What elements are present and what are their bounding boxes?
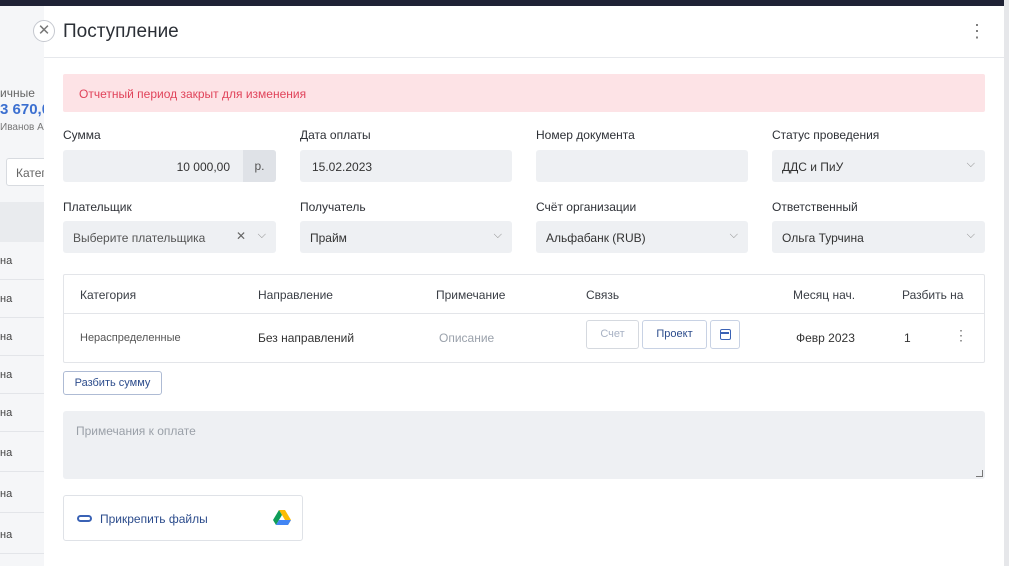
link-invoice-button[interactable]: Счет: [586, 320, 639, 349]
calendar-icon: [720, 329, 731, 340]
responsible-label: Ответственный: [772, 200, 858, 214]
chevron-down-icon: ⌵: [493, 229, 502, 241]
date-label: Дата оплаты: [300, 128, 371, 142]
modal-title: Поступление: [63, 21, 179, 42]
row-month[interactable]: Февр 2023: [796, 331, 855, 345]
period-closed-alert: Отчетный период закрыт для изменения: [63, 74, 985, 112]
notes-placeholder: Примечания к оплате: [76, 424, 196, 438]
payer-select[interactable]: Выберите плательщика ✕ ⌵: [63, 221, 276, 253]
recipient-label: Получатель: [300, 200, 366, 214]
account-label: Счёт организации: [536, 200, 637, 214]
sum-label: Сумма: [63, 128, 101, 142]
sum-value: 10 000,00: [176, 160, 230, 174]
row-direction[interactable]: Без направлений: [258, 331, 354, 345]
more-vertical-icon[interactable]: ⋮: [954, 327, 968, 344]
payment-notes-textarea[interactable]: Примечания к оплате: [63, 411, 985, 479]
chevron-down-icon: ⌵: [257, 229, 266, 241]
bg-summary-amount: 3 670,0: [0, 101, 51, 118]
recipient-value: Прайм: [310, 231, 347, 245]
sum-input[interactable]: 10 000,00 р.: [63, 150, 276, 182]
clear-icon[interactable]: ✕: [236, 229, 246, 243]
panel-edge: [1004, 0, 1009, 566]
bg-summary-person: Иванов А.: [0, 122, 47, 133]
table-header-link: Связь: [586, 288, 620, 302]
row-category[interactable]: Нераспределенные: [80, 332, 181, 344]
responsible-value: Ольга Турчина: [782, 231, 864, 245]
account-select[interactable]: Альфабанк (RUB) ⌵: [536, 221, 748, 253]
split-sum-button[interactable]: Разбить сумму: [63, 371, 162, 395]
divider: [44, 57, 1004, 58]
chevron-down-icon: ⌵: [966, 158, 975, 170]
table-header-direction: Направление: [258, 288, 333, 302]
income-modal: Поступление ⋮ Отчетный период закрыт для…: [44, 6, 1004, 566]
status-label: Статус проведения: [772, 128, 880, 142]
doc-number-label: Номер документа: [536, 128, 635, 142]
attach-files-button[interactable]: Прикрепить файлы: [63, 495, 303, 541]
table-header-note: Примечание: [436, 288, 506, 302]
paperclip-icon: [77, 515, 92, 522]
table-header-category: Категория: [80, 288, 137, 302]
row-split-count[interactable]: 1: [904, 331, 911, 345]
split-table: Категория Направление Примечание Связь М…: [63, 274, 985, 363]
bg-summary-label: ичные: [0, 86, 35, 100]
attach-files-label: Прикрепить файлы: [100, 512, 208, 526]
status-value: ДДС и ПиУ: [782, 160, 844, 174]
link-project-button[interactable]: Проект: [642, 320, 707, 349]
date-input[interactable]: 15.02.2023: [300, 150, 512, 182]
table-header-split: Разбить на: [902, 288, 964, 302]
recipient-select[interactable]: Прайм ⌵: [300, 221, 512, 253]
payer-value: Выберите плательщика: [73, 231, 206, 245]
account-value: Альфабанк (RUB): [546, 231, 646, 245]
google-drive-icon[interactable]: [273, 510, 291, 526]
row-note[interactable]: Описание: [439, 331, 494, 345]
responsible-select[interactable]: Ольга Турчина ⌵: [772, 221, 985, 253]
chevron-down-icon: ⌵: [729, 229, 738, 241]
close-icon[interactable]: ✕: [33, 20, 55, 42]
table-header-month: Месяц нач.: [793, 288, 856, 302]
resize-handle-icon[interactable]: [976, 470, 983, 477]
divider: [64, 313, 984, 314]
doc-number-input[interactable]: [536, 150, 748, 182]
more-vertical-icon[interactable]: ⋮: [968, 20, 986, 42]
payer-label: Плательщик: [63, 200, 132, 214]
status-select[interactable]: ДДС и ПиУ ⌵: [772, 150, 985, 182]
currency-badge: р.: [243, 150, 276, 182]
chevron-down-icon: ⌵: [966, 229, 975, 241]
date-value: 15.02.2023: [312, 160, 373, 174]
calendar-button[interactable]: [710, 320, 740, 349]
